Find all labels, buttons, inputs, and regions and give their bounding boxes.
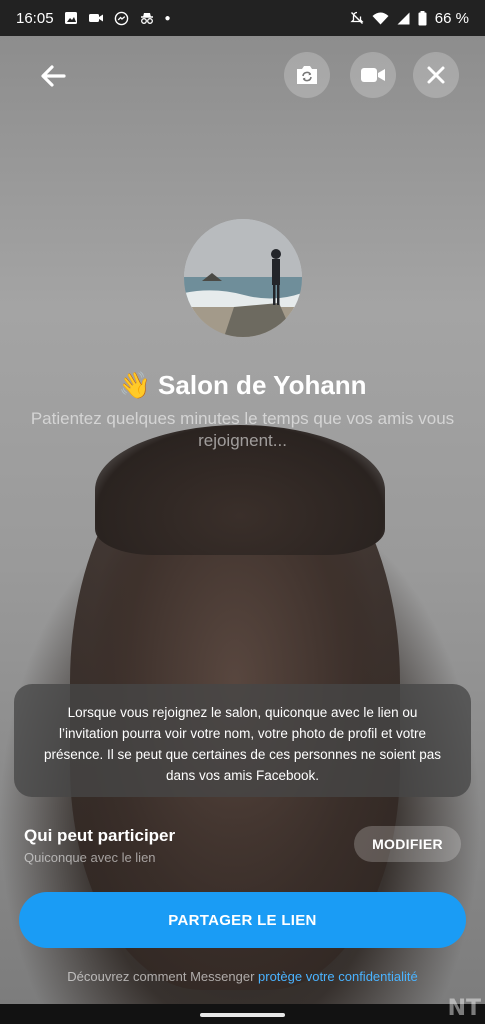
watermark: NT [447, 996, 481, 1021]
battery-icon [418, 10, 427, 25]
share-link-button[interactable]: PARTAGER LE LIEN [19, 892, 466, 948]
signal-icon [397, 12, 410, 24]
room-avatar [184, 219, 302, 337]
wifi-icon [372, 12, 389, 24]
wave-emoji: 👋 [118, 370, 151, 400]
room-title-text: Salon de Yohann [158, 370, 367, 400]
image-icon [64, 12, 77, 24]
video-camera-icon [361, 68, 385, 82]
waiting-text: Patientez quelques minutes le temps que … [30, 409, 455, 450]
back-button[interactable] [36, 60, 72, 92]
privacy-footer: Découvrez comment Messenger protège votr… [0, 969, 485, 984]
room-title: 👋 Salon de Yohann [0, 370, 485, 401]
switch-camera-button[interactable] [284, 52, 330, 98]
video-toggle-button[interactable] [350, 52, 396, 98]
who-can-join-label: Qui peut participer [24, 826, 176, 845]
mute-icon [350, 11, 364, 24]
who-can-join-value: Quiconque avec le lien [24, 850, 156, 865]
dot-icon: ● [164, 12, 171, 24]
privacy-notice: Lorsque vous rejoignez le salon, quiconq… [14, 684, 471, 797]
modify-button[interactable]: MODIFIER [354, 826, 461, 862]
close-icon [427, 66, 445, 84]
incognito-icon [140, 13, 153, 24]
avatar-photo [184, 219, 302, 337]
messenger-icon [114, 11, 128, 25]
arrow-left-icon [41, 65, 66, 87]
status-bar: 16:05 ● 66 % [0, 0, 485, 36]
home-gesture-handle[interactable] [200, 1013, 285, 1017]
battery-level: 66 % [434, 9, 469, 27]
switch-camera-icon [297, 66, 317, 84]
privacy-link[interactable]: protège votre confidentialité [258, 969, 418, 984]
footer-text: Découvrez comment Messenger [67, 969, 259, 984]
video-icon [88, 14, 103, 22]
close-button[interactable] [413, 52, 459, 98]
status-time: 16:05 [16, 9, 54, 27]
